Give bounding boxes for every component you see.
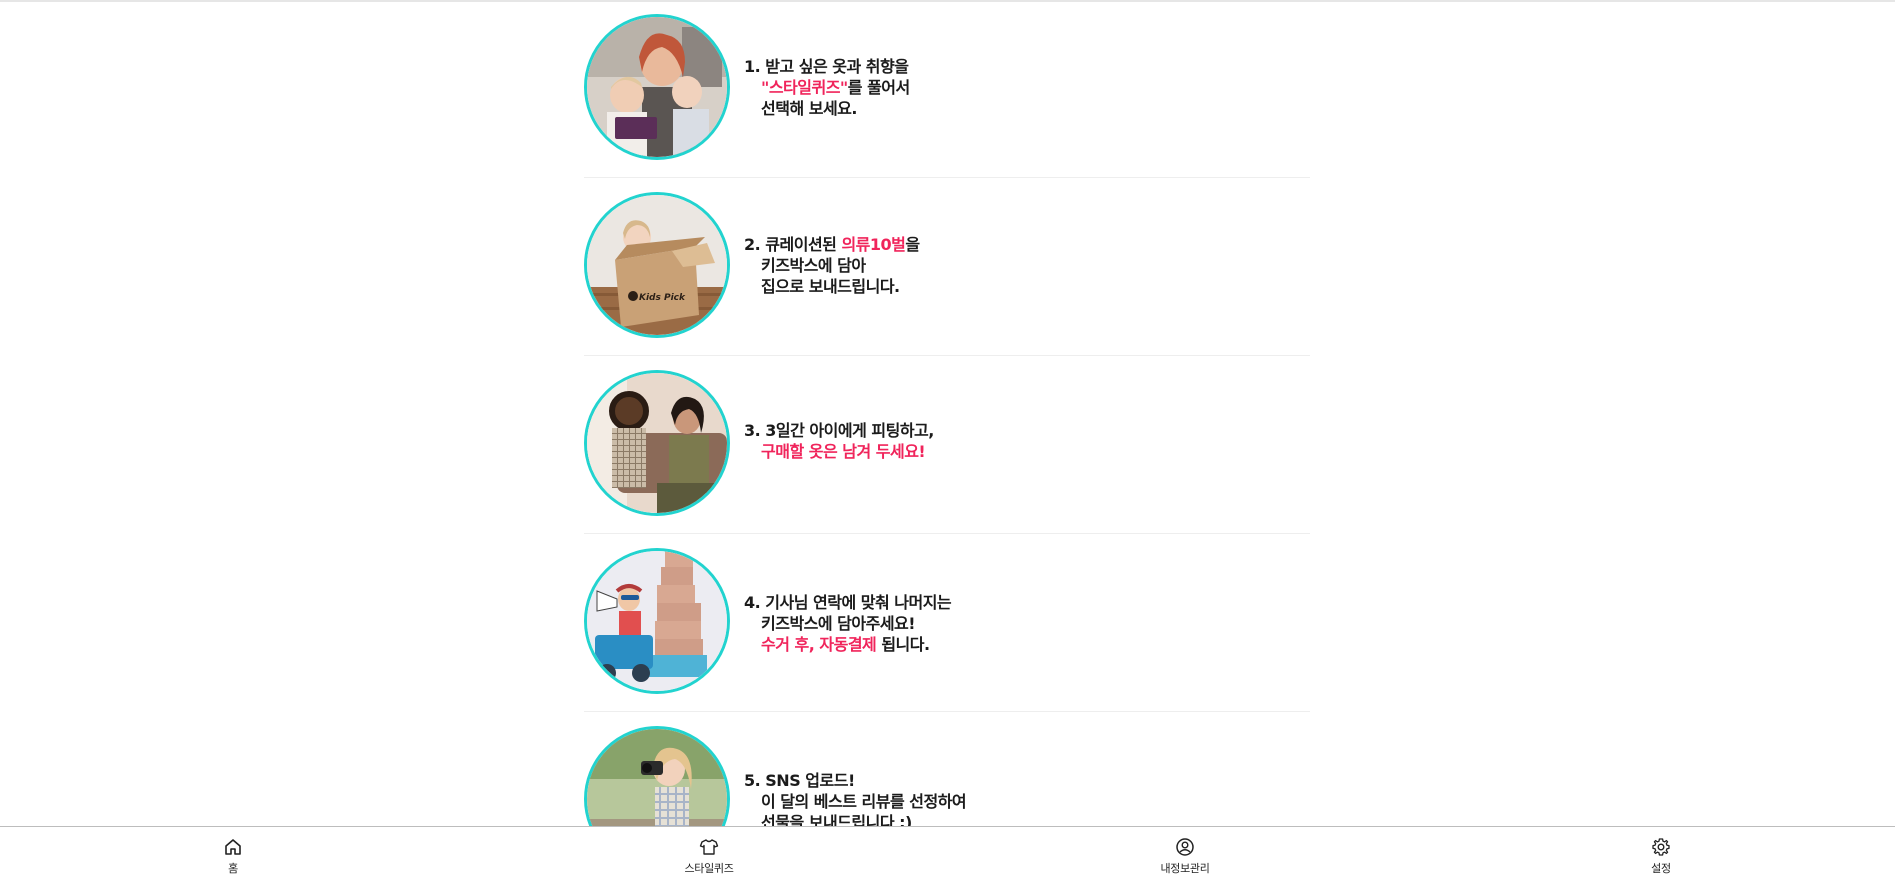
box-brand-label: Kids Pick xyxy=(639,293,686,303)
step-2: Kids Pick 2. 큐레이션된 의류10벌을 키즈박스에 담아 집으로 보… xyxy=(584,178,1310,356)
step-line: 수거 후, 자동결제 됩니다. xyxy=(761,635,930,654)
tab-style-quiz-label: 스타일퀴즈 xyxy=(684,862,734,875)
home-icon xyxy=(223,837,243,857)
step-5: 5. SNS 업로드! 이 달의 베스트 리뷰를 선정하여 선물을 보내드립니다… xyxy=(584,712,1310,826)
step-line: 키즈박스에 담아 xyxy=(761,256,866,275)
step-3-text: 3. 3일간 아이에게 피팅하고, 구매할 옷은 남겨 두세요! xyxy=(744,420,934,462)
step-3: 3. 3일간 아이에게 피팅하고, 구매할 옷은 남겨 두세요! xyxy=(584,356,1310,534)
how-it-works-steps[interactable]: 1. 받고 싶은 옷과 취향을 "스타일퀴즈"를 풀어서 선택해 보세요. Ki… xyxy=(584,0,1310,826)
step-line: 2. 큐레이션된 의류10벌을 xyxy=(744,235,920,254)
step-line: 1. 받고 싶은 옷과 취향을 xyxy=(744,57,909,76)
step-line: 선물을 보내드립니다 :) xyxy=(761,813,912,826)
step-line: 3. 3일간 아이에게 피팅하고, xyxy=(744,421,934,440)
step-line: 이 달의 베스트 리뷰를 선정하여 xyxy=(761,792,967,811)
tab-my-info-label: 내정보관리 xyxy=(1160,862,1210,875)
tab-style-quiz[interactable]: 스타일퀴즈 xyxy=(629,827,789,886)
tab-settings[interactable]: 설정 xyxy=(1581,827,1741,886)
step-4-photo xyxy=(584,548,730,694)
step-1-photo xyxy=(584,14,730,160)
step-1-text: 1. 받고 싶은 옷과 취향을 "스타일퀴즈"를 풀어서 선택해 보세요. xyxy=(744,56,910,119)
step-5-photo xyxy=(584,726,730,826)
tab-home[interactable]: 홈 xyxy=(153,827,313,886)
step-5-text: 5. SNS 업로드! 이 달의 베스트 리뷰를 선정하여 선물을 보내드립니다… xyxy=(744,770,967,826)
step-line: 5. SNS 업로드! xyxy=(744,771,855,790)
step-line: 선택해 보세요. xyxy=(761,99,857,118)
step-1: 1. 받고 싶은 옷과 취향을 "스타일퀴즈"를 풀어서 선택해 보세요. xyxy=(584,0,1310,178)
step-line: 키즈박스에 담아주세요! xyxy=(761,614,916,633)
step-2-text: 2. 큐레이션된 의류10벌을 키즈박스에 담아 집으로 보내드립니다. xyxy=(744,234,920,297)
tab-settings-label: 설정 xyxy=(1651,862,1671,875)
shirt-icon xyxy=(699,837,719,857)
step-line: 4. 기사님 연락에 맞춰 나머지는 xyxy=(744,593,952,612)
step-4: 4. 기사님 연락에 맞춰 나머지는 키즈박스에 담아주세요! 수거 후, 자동… xyxy=(584,534,1310,712)
user-circle-icon xyxy=(1175,837,1195,857)
gear-icon xyxy=(1651,837,1671,857)
bottom-tab-bar: 홈 스타일퀴즈 내정보관리 설정 xyxy=(0,826,1895,886)
step-line: 구매할 옷은 남겨 두세요! xyxy=(761,442,926,461)
tab-home-label: 홈 xyxy=(228,862,238,875)
step-line: "스타일퀴즈"를 풀어서 xyxy=(761,78,910,97)
tab-my-info[interactable]: 내정보관리 xyxy=(1105,827,1265,886)
step-3-photo xyxy=(584,370,730,516)
step-line: 집으로 보내드립니다. xyxy=(761,277,900,296)
step-2-photo: Kids Pick xyxy=(584,192,730,338)
step-4-text: 4. 기사님 연락에 맞춰 나머지는 키즈박스에 담아주세요! 수거 후, 자동… xyxy=(744,592,952,655)
